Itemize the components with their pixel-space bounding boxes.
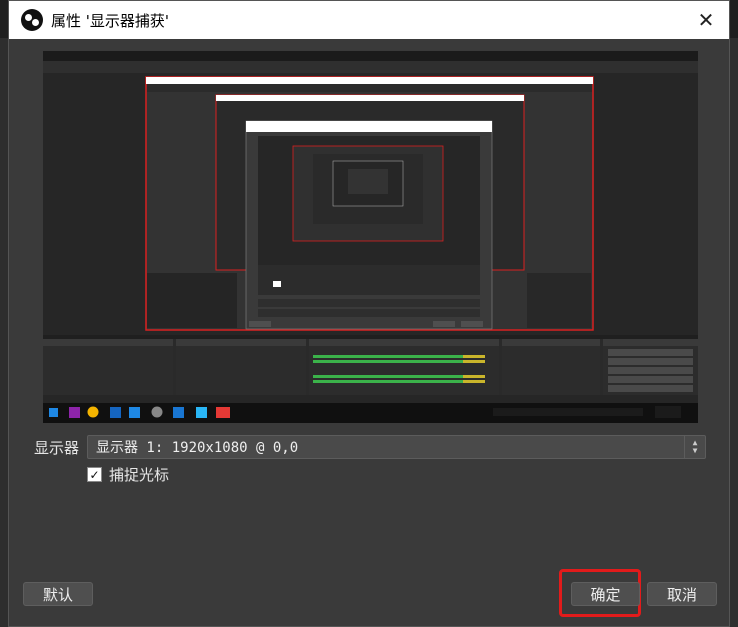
capture-cursor-checkbox[interactable]: ✓	[87, 467, 102, 482]
capture-cursor-label: 捕捉光标	[109, 466, 170, 484]
display-label: 显示器	[34, 439, 80, 457]
title-bar: 属性 '显示器捕获' ✕	[9, 1, 729, 39]
capture-preview	[43, 51, 698, 423]
display-select[interactable]: 显示器 1: 1920x1080 @ 0,0 ▲ ▼	[87, 435, 706, 459]
display-select-value: 显示器 1: 1920x1080 @ 0,0	[96, 440, 299, 456]
underlying-window-right	[730, 38, 738, 627]
chevron-updown-icon: ▲ ▼	[684, 436, 705, 458]
default-button[interactable]: 默认	[23, 582, 93, 606]
underlying-window-left	[0, 38, 8, 627]
properties-dialog: 属性 '显示器捕获' ✕ 显示器 显示器 1: 1920x1080 @ 0,0 …	[8, 0, 730, 627]
cancel-button[interactable]: 取消	[647, 582, 717, 606]
window-title: 属性 '显示器捕获'	[51, 11, 170, 30]
capture-cursor-option[interactable]: ✓ 捕捉光标	[87, 464, 169, 485]
ok-button[interactable]: 确定	[571, 582, 640, 606]
obs-logo-icon	[21, 9, 43, 31]
close-icon[interactable]: ✕	[691, 5, 721, 35]
screen-preview-image	[43, 51, 698, 423]
